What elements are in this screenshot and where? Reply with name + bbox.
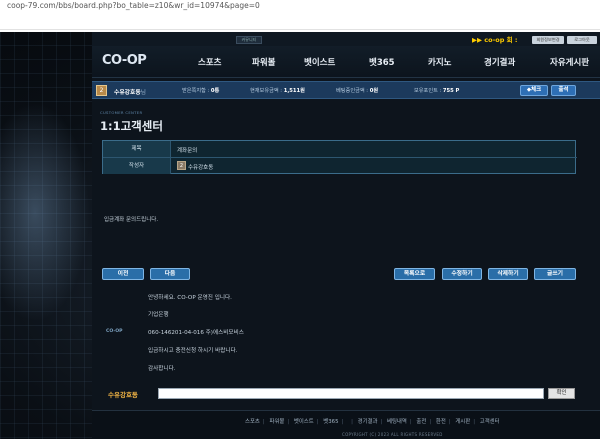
reply-line: 안녕하세요. CO-OP 운영진 입니다.: [148, 295, 232, 301]
main-nav: CO-OP 스포츠 파워볼 벳이스트 벳365 카지노 경기결과 자유게시판: [92, 46, 600, 78]
footer-links: 스포츠 | 파워볼 | 벳이스트 | 벳365 | | 경기결과 | 베팅내역 | 출전 | …: [242, 417, 503, 425]
comment-submit-button[interactable]: 확인: [548, 388, 575, 399]
nav-casino[interactable]: 카지노: [428, 56, 451, 68]
username: 수유강호동님: [114, 90, 147, 96]
betting-stat: 베팅중인금액 : 0원: [336, 88, 379, 94]
nav-sports[interactable]: 스포츠: [198, 56, 221, 68]
checkin-button[interactable]: ◆체크: [520, 85, 548, 96]
author-label: 작성자: [103, 158, 171, 174]
level-badge: 2: [96, 85, 107, 96]
points-stat: 보유포인트 : 755 P: [414, 88, 460, 94]
reply-line: 기업은행: [148, 312, 169, 318]
author-level-badge: 2: [177, 161, 186, 170]
delete-button[interactable]: 삭제하기: [488, 268, 528, 280]
url-text[interactable]: coop-79.com/bbs/board.php?bo_table=z10&w…: [7, 1, 260, 10]
edit-button[interactable]: 수정하기: [442, 268, 482, 280]
attendance-button[interactable]: 출석: [551, 85, 576, 96]
nav-free-board[interactable]: 자유게시판: [550, 56, 589, 68]
copyright: COPYRIGHT (C) 2023 ALL RIGHTS RESERVED: [342, 432, 443, 437]
subject-label: 제목: [103, 141, 171, 157]
nav-powerball[interactable]: 파워볼: [252, 56, 275, 68]
user-status-bar: 2 수유강호동님 받은쪽지함 : 0통 현재보유금액 : 1,511원 베팅중인…: [92, 81, 600, 99]
nav-beteast[interactable]: 벳이스트: [304, 56, 335, 68]
prev-button[interactable]: 이전: [102, 268, 144, 280]
author-value: 수유강호동: [188, 165, 214, 171]
post-info-table: 제목 계좌문의 작성자 2 수유강호동: [102, 140, 577, 175]
reply-line: 060-146201-04-016 주)에스비모비스: [148, 330, 244, 336]
messages-stat[interactable]: 받은쪽지함 : 0통: [182, 87, 219, 94]
background-glow: [0, 102, 90, 322]
footer-link-deposit[interactable]: 출전: [413, 419, 429, 425]
author-row: 작성자 2 수유강호동: [103, 158, 577, 175]
logout-button[interactable]: 로그아웃: [567, 36, 597, 44]
reply-logo: CO-OP: [106, 329, 123, 334]
comment-author: 수유강호동: [108, 391, 138, 399]
page-subheading: CUSTOMER CENTER: [100, 110, 143, 115]
top-utility-bar: 커뮤니티 ▶▶ co-op 회 : 회원정보변경 로그아웃: [92, 32, 600, 46]
coop-link[interactable]: ▶▶ co-op 회 :: [472, 34, 518, 44]
footer-link-bet365[interactable]: 벳365: [320, 419, 341, 425]
reply-line: 입금하시고 충전신청 하시기 바랍니다.: [148, 348, 238, 354]
list-button[interactable]: 목록으로: [394, 268, 435, 280]
footer-link-bet-history[interactable]: 베팅내역: [384, 419, 410, 425]
site-logo[interactable]: CO-OP: [102, 53, 162, 71]
post-body: 입금계좌 문의드립니다.: [104, 217, 159, 223]
site-container: 커뮤니티 ▶▶ co-op 회 : 회원정보변경 로그아웃 CO-OP 스포츠 …: [92, 32, 600, 439]
footer-link-powerball[interactable]: 파워볼: [266, 419, 287, 425]
subject-value: 계좌문의: [177, 148, 198, 154]
edit-profile-button[interactable]: 회원정보변경: [532, 36, 564, 44]
footer-link-results[interactable]: 경기결과: [355, 419, 381, 425]
subject-row: 제목 계좌문의: [103, 141, 577, 158]
browser-address-bar[interactable]: coop-79.com/bbs/board.php?bo_table=z10&w…: [0, 0, 600, 30]
footer-link-sports[interactable]: 스포츠: [242, 419, 263, 425]
next-button[interactable]: 다음: [150, 268, 190, 280]
community-tab[interactable]: 커뮤니티: [236, 36, 262, 44]
comment-input[interactable]: [158, 388, 544, 399]
footer-link-withdraw[interactable]: 환전: [433, 419, 449, 425]
footer-link-beteast[interactable]: 벳이스트: [291, 419, 317, 425]
write-button[interactable]: 글쓰기: [534, 268, 576, 280]
footer-link-board[interactable]: 게시판: [452, 419, 473, 425]
footer: 스포츠 | 파워볼 | 벳이스트 | 벳365 | | 경기결과 | 베팅내역 | 출전 | …: [92, 410, 600, 439]
nav-bet365[interactable]: 벳365: [369, 56, 395, 68]
nav-results[interactable]: 경기결과: [484, 56, 515, 68]
balance-stat: 현재보유금액 : 1,511원: [250, 88, 305, 94]
reply-line: 감사합니다.: [148, 366, 176, 372]
comment-row: 수유강호동 확인: [92, 384, 600, 404]
footer-link-support[interactable]: 고객센터: [477, 419, 503, 425]
page-title: 1:1고객센터: [100, 119, 163, 133]
page-background: 커뮤니티 ▶▶ co-op 회 : 회원정보변경 로그아웃 CO-OP 스포츠 …: [0, 32, 600, 439]
